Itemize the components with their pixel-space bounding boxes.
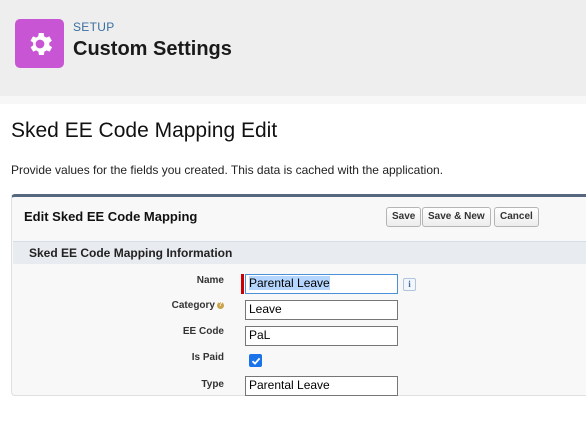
gear-icon bbox=[15, 19, 64, 68]
ee-code-input[interactable]: PaL bbox=[245, 326, 398, 346]
save-and-new-button[interactable]: Save & New bbox=[422, 207, 491, 227]
page-header-title: Custom Settings bbox=[73, 38, 232, 60]
help-icon[interactable]: ? bbox=[217, 301, 224, 309]
section-header: Sked EE Code Mapping Information bbox=[13, 241, 586, 264]
name-input[interactable]: Parental Leave bbox=[245, 274, 398, 294]
info-icon[interactable]: i bbox=[403, 278, 416, 291]
category-label-wrap: Category? bbox=[12, 300, 224, 311]
type-label: Type bbox=[201, 379, 224, 390]
name-label: Name bbox=[196, 275, 224, 286]
checkmark-icon bbox=[251, 357, 260, 365]
edit-panel: Edit Sked EE Code Mapping Save Save & Ne… bbox=[11, 194, 586, 396]
type-input[interactable]: Parental Leave bbox=[245, 376, 398, 396]
setup-header: SETUP Custom Settings bbox=[0, 0, 586, 97]
cancel-button[interactable]: Cancel bbox=[494, 207, 539, 227]
is-paid-label: Is Paid bbox=[191, 352, 224, 363]
page-title: Sked EE Code Mapping Edit bbox=[11, 119, 278, 142]
page-description: Provide values for the fields you create… bbox=[11, 163, 444, 177]
setup-label: SETUP bbox=[73, 20, 115, 34]
panel-title: Edit Sked EE Code Mapping bbox=[24, 209, 198, 224]
is-paid-checkbox[interactable] bbox=[249, 354, 262, 367]
save-button[interactable]: Save bbox=[386, 207, 422, 227]
divider bbox=[0, 96, 586, 104]
category-input[interactable]: Leave bbox=[245, 300, 398, 320]
ee-code-label: EE Code bbox=[182, 326, 224, 337]
name-input-value: Parental Leave bbox=[249, 276, 330, 290]
required-indicator bbox=[241, 274, 244, 294]
category-label: Category bbox=[171, 300, 215, 311]
section-title: Sked EE Code Mapping Information bbox=[29, 246, 233, 260]
